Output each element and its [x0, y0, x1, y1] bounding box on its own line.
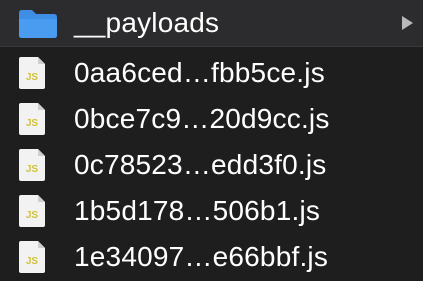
js-file-icon: JS — [18, 56, 48, 90]
svg-text:JS: JS — [26, 72, 39, 83]
file-name: 1b5d178…506b1.js — [74, 195, 321, 226]
file-name: 1e34097…e66bbf.js — [74, 241, 329, 272]
folder-name: __payloads — [74, 7, 220, 38]
file-name: 0c78523…edd3f0.js — [74, 149, 327, 180]
file-name: 0aa6ced…fbb5ce.js — [74, 57, 325, 88]
file-tree: __payloads JS 0aa6ced…fbb5ce.js JS 0bce7… — [0, 0, 423, 281]
svg-text:JS: JS — [26, 118, 39, 129]
file-row[interactable]: JS 0bce7c9…20d9cc.js — [0, 95, 423, 141]
js-file-icon: JS — [18, 240, 48, 274]
file-row[interactable]: JS 1e34097…e66bbf.js — [0, 233, 423, 279]
js-file-icon: JS — [18, 102, 48, 136]
file-row[interactable]: JS 0aa6ced…fbb5ce.js — [0, 49, 423, 95]
chevron-right-icon[interactable] — [402, 16, 413, 30]
file-row[interactable]: JS 0c78523…edd3f0.js — [0, 141, 423, 187]
folder-row-payloads[interactable]: __payloads — [0, 0, 423, 47]
svg-text:JS: JS — [26, 210, 39, 221]
js-file-icon: JS — [18, 194, 48, 228]
folder-icon — [18, 9, 58, 39]
svg-text:JS: JS — [26, 164, 39, 175]
js-file-icon: JS — [18, 148, 48, 182]
svg-text:JS: JS — [26, 256, 39, 267]
file-name: 0bce7c9…20d9cc.js — [74, 103, 330, 134]
file-row[interactable]: JS 1b5d178…506b1.js — [0, 187, 423, 233]
